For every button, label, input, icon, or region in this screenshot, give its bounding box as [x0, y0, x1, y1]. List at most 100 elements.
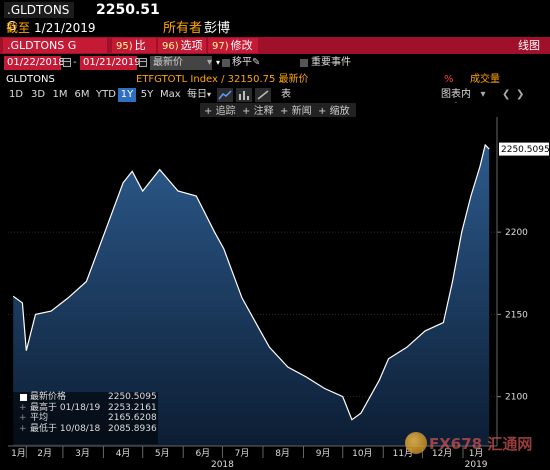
- series-label-bar: GLDTONS ETFGTOTL Index / 32150.75 最新价 % …: [0, 73, 550, 87]
- price-tag-text: 2250.5095: [501, 145, 550, 155]
- tf-1m-button[interactable]: 1M: [50, 88, 70, 102]
- period-select[interactable]: 每日▾: [184, 88, 214, 102]
- series-main-label: GLDTONS: [6, 74, 55, 85]
- collapse-left-icon[interactable]: ❮: [500, 88, 510, 102]
- plus-icon: +: [318, 106, 326, 117]
- options-menu[interactable]: 96)选项▾: [158, 38, 206, 67]
- tf-3d-button[interactable]: 3D: [28, 88, 48, 102]
- legend-box: 最新价格 2250.5095 + 最高于 01/18/19 2253.2161 …: [8, 392, 158, 444]
- tf-1d-button[interactable]: 1D: [6, 88, 26, 102]
- events-label: 重要事件: [311, 57, 351, 68]
- x-tick-label: 7月: [235, 448, 250, 459]
- calendar-icon[interactable]: [63, 58, 71, 67]
- move-label: 移平: [232, 57, 252, 68]
- legend-swatch: [20, 394, 27, 401]
- track-label: 追踪: [216, 104, 236, 117]
- x-tick-label: 6月: [195, 448, 210, 459]
- last-price: 2250.51: [96, 2, 160, 18]
- events-checkbox[interactable]: [300, 59, 308, 67]
- chart-contents-button[interactable]: 图表内容: [436, 88, 476, 114]
- x-tick-label: 2月: [37, 448, 52, 459]
- tf-max-button[interactable]: Max: [158, 88, 182, 102]
- legend-low-label: 最低于 10/08/18: [30, 423, 101, 434]
- chevron-down-icon[interactable]: ▾: [207, 56, 212, 70]
- bar-chart-icon[interactable]: [236, 88, 252, 102]
- draw-icon[interactable]: [255, 88, 271, 102]
- tf-6m-button[interactable]: 6M: [72, 88, 92, 102]
- menu-bar: .GLDTONS G Index 95)比较 96)选项▾ 97)修改 ▾ 线图: [0, 37, 550, 68]
- x-tick-label: 9月: [316, 448, 331, 459]
- legend-high-label: 最高于 01/18/19: [30, 402, 101, 413]
- chevron-down-icon[interactable]: ▾: [478, 88, 488, 102]
- info-bar: 截至 1/21/2019 所有者 彭博: [0, 20, 550, 37]
- move-checkbox[interactable]: [222, 59, 230, 67]
- start-date-input[interactable]: 01/22/2018: [4, 56, 65, 70]
- date-range-bar: 01/22/2018 - 01/21/2019 最新价 ▾ 移平 ✎ 重要事件: [0, 56, 550, 71]
- x-tick-label: 5月: [155, 448, 170, 459]
- owner-label: 所有者 彭博: [163, 20, 230, 37]
- y-axis: 2100 2150 2200: [496, 117, 528, 446]
- options-number: 96): [162, 41, 179, 52]
- ticker-field[interactable]: .GLDTONS G: [4, 2, 74, 33]
- plus-icon: +: [19, 423, 27, 434]
- legend-high-row: + 最高于 01/18/19 2253.2161: [8, 403, 158, 414]
- calendar-icon[interactable]: [139, 58, 147, 67]
- volume-label: 成交量: [470, 74, 500, 85]
- compare-number: 95): [116, 41, 133, 52]
- tf-ytd-button[interactable]: YTD: [94, 88, 116, 102]
- expand-right-icon[interactable]: ❯: [514, 88, 524, 102]
- x-tick-label: 10月: [352, 448, 372, 459]
- plus-icon: +: [280, 106, 288, 117]
- table-button[interactable]: 表: [278, 88, 294, 102]
- chart-type-label[interactable]: 线图: [518, 37, 540, 54]
- news-tool[interactable]: + 新闻: [280, 104, 312, 117]
- edit-number: 97): [212, 41, 229, 52]
- x-tick-label: 1月: [11, 448, 26, 459]
- series-secondary-label: ETFGTOTL Index / 32150.75 最新价: [136, 74, 309, 85]
- tf-5y-button[interactable]: 5Y: [138, 88, 156, 102]
- line-chart-icon[interactable]: [217, 88, 233, 102]
- legend-avg-row: + 平均 2165.6208: [8, 413, 158, 424]
- zoom-tool[interactable]: + 缩放: [318, 104, 350, 117]
- watermark-text: FX678 汇通网: [429, 435, 533, 453]
- pencil-icon[interactable]: ✎: [252, 56, 260, 70]
- timeframe-bar: 1D 3D 1M 6M YTD 1Y 5Y Max 每日▾ 表 图表内容 ▾ ❮…: [0, 88, 550, 114]
- asof-label-text: 截至: [6, 21, 31, 35]
- legend-last-label: 最新价格: [30, 392, 67, 402]
- x-tick-label: 4月: [116, 448, 131, 459]
- owner-label-text: 所有者: [163, 21, 203, 36]
- legend-high-value: 2253.2161: [108, 402, 157, 413]
- chevron-down-icon: ▾: [206, 90, 211, 99]
- plus-icon: +: [19, 402, 27, 413]
- asof-label: 截至 1/21/2019: [6, 20, 96, 37]
- plus-icon: +: [242, 106, 250, 117]
- period-select-text: 每日: [186, 89, 207, 100]
- end-date-input[interactable]: 01/21/2019: [80, 56, 141, 70]
- plus-icon: +: [19, 413, 27, 423]
- legend-last-row: 最新价格 2250.5095: [8, 392, 158, 403]
- compare-menu[interactable]: 95)比较: [112, 38, 156, 68]
- legend-avg-value: 2165.6208: [108, 413, 157, 423]
- current-price-tag: 2250.5095: [499, 142, 550, 156]
- title-bar: .GLDTONS G 2250.51: [0, 0, 550, 33]
- legend-low-value: 2085.8936: [108, 423, 157, 434]
- security-field[interactable]: .GLDTONS G Index: [3, 38, 107, 67]
- x-year-label: 2019: [465, 460, 488, 470]
- news-label: 新闻: [292, 104, 312, 117]
- annotate-tool[interactable]: + 注释: [242, 104, 274, 117]
- legend-avg-label: 平均: [30, 413, 49, 423]
- tf-1y-button[interactable]: 1Y: [118, 88, 136, 102]
- x-year-label: 2018: [211, 460, 234, 470]
- annotate-label: 注释: [254, 104, 274, 117]
- owner-name: 彭博: [204, 21, 231, 36]
- edit-menu[interactable]: 97) 修改 ▾: [208, 38, 258, 67]
- y-tick-label: 2200: [505, 228, 528, 238]
- edit-label: 修改: [230, 39, 253, 52]
- price-mode-select[interactable]: 最新价: [150, 56, 212, 70]
- x-tick-label: 8月: [275, 448, 290, 459]
- y-tick-label: 2100: [505, 393, 528, 403]
- watermark-logo: [405, 432, 427, 454]
- options-label: 选项: [180, 39, 203, 52]
- track-tool[interactable]: + 追踪: [204, 104, 236, 117]
- watermark: FX678 汇通网: [405, 432, 545, 454]
